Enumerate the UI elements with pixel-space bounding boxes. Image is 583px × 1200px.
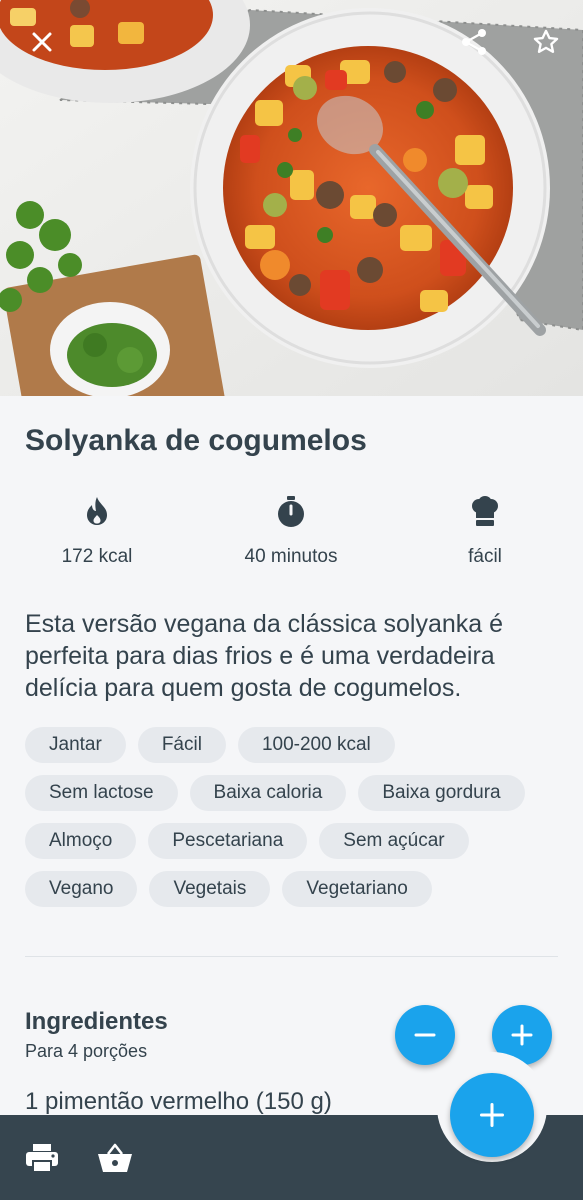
- decrease-servings-button[interactable]: [395, 1005, 455, 1065]
- ingredients-heading: Ingredientes: [25, 1008, 168, 1035]
- basket-icon: [98, 1143, 132, 1172]
- tag-row: Almoço Pescetariana Sem açúcar: [25, 823, 565, 859]
- tag-row: Vegano Vegetais Vegetariano: [25, 871, 565, 907]
- minus-icon: [414, 1033, 436, 1037]
- favorite-button[interactable]: [522, 18, 570, 66]
- tag-chip[interactable]: Vegano: [25, 871, 138, 907]
- print-button[interactable]: [23, 1139, 61, 1177]
- recipe-title: Solyanka de cogumelos: [25, 424, 367, 457]
- time-label: 40 minutos: [244, 546, 338, 567]
- tag-chip[interactable]: Fácil: [137, 727, 226, 763]
- close-icon: [32, 32, 52, 52]
- time-stat: 40 minutos: [206, 496, 376, 568]
- shopping-list-button[interactable]: [96, 1139, 134, 1177]
- difficulty-stat: fácil: [400, 496, 570, 568]
- tag-row: Jantar Fácil 100-200 kcal: [25, 727, 565, 763]
- plus-icon: [479, 1102, 505, 1128]
- section-divider: [25, 956, 558, 957]
- close-button[interactable]: [18, 18, 66, 66]
- plus-icon: [511, 1024, 533, 1046]
- recipe-hero-image: [0, 0, 583, 396]
- share-icon: [462, 29, 486, 55]
- printer-icon: [26, 1144, 58, 1173]
- servings-label: Para 4 porções: [25, 1041, 148, 1061]
- share-button[interactable]: [450, 18, 498, 66]
- tag-chip[interactable]: Almoço: [25, 823, 137, 859]
- flame-icon: [87, 497, 107, 525]
- tag-chip[interactable]: Jantar: [25, 727, 126, 763]
- ingredient-item: 1 pimentão vermelho (150 g): [25, 1088, 332, 1115]
- tag-chip[interactable]: Sem lactose: [25, 775, 178, 811]
- tag-chip[interactable]: 100-200 kcal: [237, 727, 395, 763]
- add-to-list-fab[interactable]: [450, 1073, 534, 1157]
- chef-hat-icon: [472, 496, 498, 526]
- tag-list: Jantar Fácil 100-200 kcal Sem lactose Ba…: [25, 727, 565, 919]
- tag-row: Sem lactose Baixa caloria Baixa gordura: [25, 775, 565, 811]
- stopwatch-icon: [278, 496, 304, 527]
- star-outline-icon: [533, 29, 559, 53]
- tag-chip[interactable]: Pescetariana: [148, 823, 308, 859]
- tag-chip[interactable]: Vegetais: [149, 871, 271, 907]
- recipe-stats: 172 kcal 40 minutos fácil: [0, 496, 583, 576]
- tag-chip[interactable]: Baixa caloria: [189, 775, 347, 811]
- tag-chip[interactable]: Sem açúcar: [319, 823, 469, 859]
- recipe-description: Esta versão vegana da clássica solyanka …: [25, 610, 504, 702]
- calories-label: 172 kcal: [61, 546, 133, 567]
- difficulty-label: fácil: [468, 546, 502, 567]
- calories-stat: 172 kcal: [12, 496, 182, 568]
- tag-chip[interactable]: Baixa gordura: [358, 775, 525, 811]
- tag-chip[interactable]: Vegetariano: [282, 871, 432, 907]
- recipe-details: Solyanka de cogumelos 172 kcal 40 minuto…: [0, 396, 583, 1116]
